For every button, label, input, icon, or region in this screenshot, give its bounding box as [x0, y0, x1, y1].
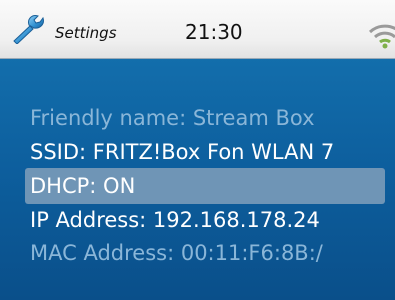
list-item-ssid[interactable]: SSID: FRITZ!Box Fon WLAN 7	[30, 139, 334, 165]
list-item-friendly-name[interactable]: Friendly name: Stream Box	[30, 105, 315, 131]
list-item-mac-address[interactable]: MAC Address: 00:11:F6:8B:/	[30, 240, 323, 266]
settings-screen: Settings 21:30 Friendly name: Stream Box…	[0, 0, 395, 300]
list-item-label: MAC Address: 00:11:F6:8B:/	[30, 241, 323, 265]
list-item-ip-address[interactable]: IP Address: 192.168.178.24	[30, 207, 320, 233]
list-item-label: IP Address: 192.168.178.24	[30, 208, 320, 232]
list-item-label: DHCP: ON	[30, 174, 136, 198]
list-item-label: Friendly name: Stream Box	[30, 106, 315, 130]
list-item-label: SSID: FRITZ!Box Fon WLAN 7	[30, 140, 335, 164]
settings-list: Friendly name: Stream Box SSID: FRITZ!Bo…	[0, 0, 395, 300]
list-item-dhcp[interactable]: DHCP: ON	[30, 173, 135, 199]
